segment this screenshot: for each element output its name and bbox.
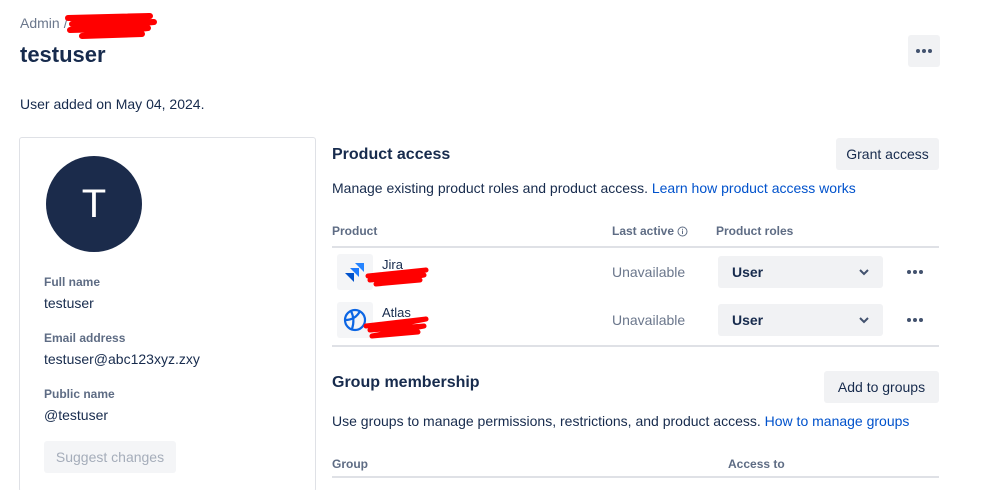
product-role-select-jira[interactable]: User [718, 256, 883, 288]
email-value: testuser@abc123xyz.zxy [44, 351, 200, 367]
info-icon[interactable] [677, 226, 688, 237]
redaction-mark [363, 316, 429, 339]
group-membership-title: Group membership [332, 374, 480, 391]
more-horizontal-icon [916, 49, 932, 53]
add-to-groups-button[interactable]: Add to groups [824, 371, 939, 403]
product-access-description: Manage existing product roles and produc… [332, 180, 856, 196]
group-membership-description: Use groups to manage permissions, restri… [332, 413, 909, 429]
user-added-date: User added on May 04, 2024. [20, 96, 205, 112]
more-horizontal-icon [907, 318, 923, 322]
last-active-jira: Unavailable [612, 264, 686, 280]
table-bottom-divider [332, 345, 939, 347]
more-actions-button[interactable] [908, 35, 940, 67]
column-product-roles: Product roles [716, 224, 794, 238]
product-role-select-atlas[interactable]: User [718, 304, 883, 336]
last-active-atlas: Unavailable [612, 312, 686, 328]
row-more-actions-atlas[interactable] [900, 308, 930, 332]
profile-card: T Full name testuser Email address testu… [19, 137, 316, 490]
product-access-description-text: Manage existing product roles and produc… [332, 180, 648, 196]
avatar: T [46, 156, 142, 252]
group-table-header-divider [332, 476, 939, 478]
suggest-changes-button[interactable]: Suggest changes [44, 441, 176, 473]
chevron-down-icon [859, 268, 869, 275]
public-name-value: @testuser [44, 407, 109, 423]
grant-access-button[interactable]: Grant access [836, 138, 939, 170]
redaction-mark [65, 13, 157, 39]
breadcrumb-admin[interactable]: Admin [20, 15, 60, 31]
column-last-active-label: Last active [612, 224, 675, 238]
public-name-label: Public name [44, 387, 115, 401]
email-label: Email address [44, 331, 126, 345]
table-header-divider [332, 246, 939, 248]
column-product: Product [332, 224, 378, 238]
learn-product-access-link[interactable]: Learn how product access works [652, 180, 856, 196]
product-role-value: User [732, 312, 764, 328]
redaction-mark [365, 267, 429, 287]
column-last-active: Last active [612, 224, 688, 238]
column-access-to: Access to [728, 457, 785, 471]
more-horizontal-icon [907, 270, 923, 274]
full-name-label: Full name [44, 275, 101, 289]
product-role-value: User [732, 264, 764, 280]
group-membership-description-text: Use groups to manage permissions, restri… [332, 413, 761, 429]
row-more-actions-jira[interactable] [900, 260, 930, 284]
chevron-down-icon [859, 316, 869, 323]
product-access-title: Product access [332, 146, 451, 163]
column-group: Group [332, 457, 368, 471]
page-title: testuser [20, 42, 106, 67]
how-to-manage-groups-link[interactable]: How to manage groups [765, 413, 910, 429]
full-name-value: testuser [44, 295, 94, 311]
